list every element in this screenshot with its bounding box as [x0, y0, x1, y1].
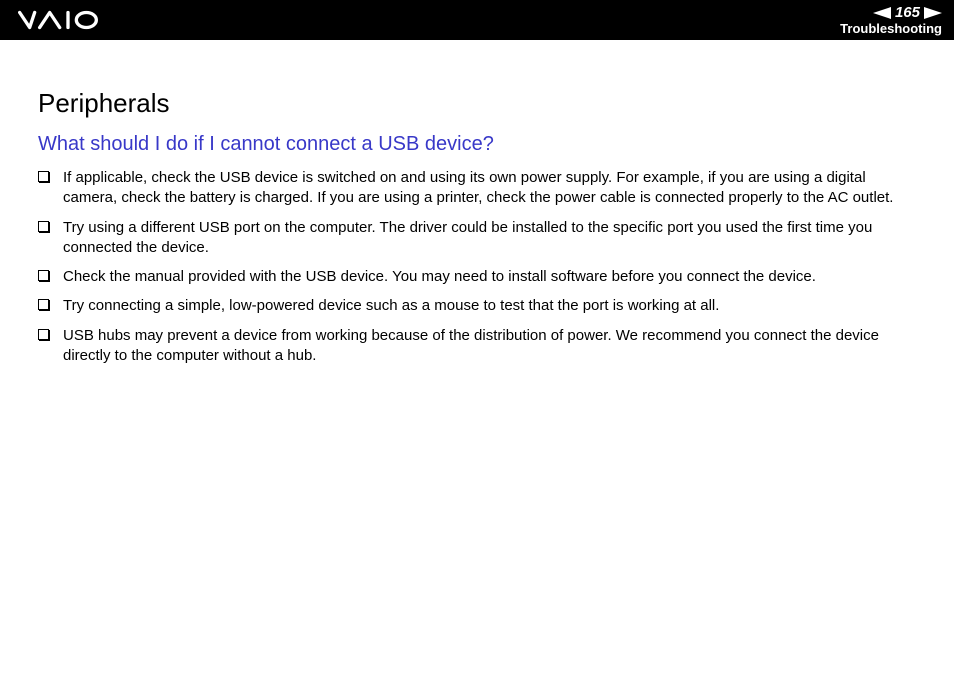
- header-right: 165 Troubleshooting: [840, 5, 942, 35]
- bullet-text: Try using a different USB port on the co…: [63, 218, 922, 259]
- bullet-icon: [38, 221, 49, 232]
- page-subtitle: What should I do if I cannot connect a U…: [38, 133, 922, 156]
- list-item: If applicable, check the USB device is s…: [38, 168, 922, 209]
- section-label: Troubleshooting: [840, 22, 942, 35]
- list-item: Try using a different USB port on the co…: [38, 218, 922, 259]
- bullet-icon: [38, 299, 49, 310]
- bullet-list: If applicable, check the USB device is s…: [38, 168, 922, 366]
- bullet-icon: [38, 329, 49, 340]
- bullet-text: USB hubs may prevent a device from worki…: [63, 326, 922, 367]
- page-number: 165: [895, 5, 920, 20]
- list-item: Check the manual provided with the USB d…: [38, 267, 922, 287]
- next-page-arrow-icon[interactable]: [924, 7, 942, 19]
- prev-page-arrow-icon[interactable]: [873, 7, 891, 19]
- list-item: Try connecting a simple, low-powered dev…: [38, 296, 922, 316]
- bullet-text: Check the manual provided with the USB d…: [63, 267, 922, 287]
- bullet-text: If applicable, check the USB device is s…: [63, 168, 922, 209]
- vaio-logo: [18, 10, 118, 30]
- bullet-icon: [38, 171, 49, 182]
- page-content: Peripherals What should I do if I cannot…: [0, 40, 954, 366]
- bullet-icon: [38, 270, 49, 281]
- header-bar: 165 Troubleshooting: [0, 0, 954, 40]
- list-item: USB hubs may prevent a device from worki…: [38, 326, 922, 367]
- page-title: Peripherals: [38, 88, 922, 119]
- page-nav: 165: [873, 5, 942, 20]
- bullet-text: Try connecting a simple, low-powered dev…: [63, 296, 922, 316]
